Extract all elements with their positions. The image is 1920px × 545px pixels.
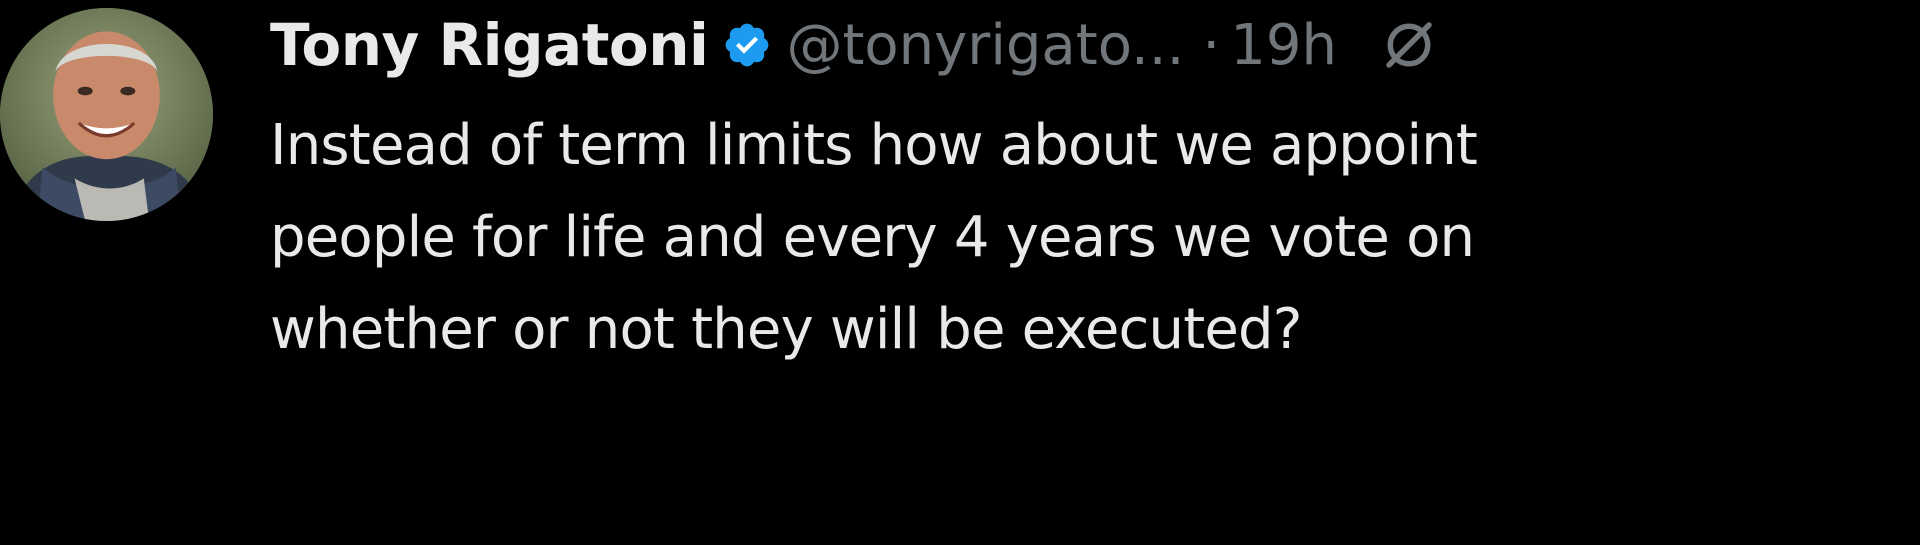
timestamp[interactable]: 19h	[1230, 13, 1337, 78]
verified-badge-icon[interactable]	[722, 20, 772, 70]
avatar[interactable]	[0, 8, 213, 221]
tweet-text: Instead of term limits how about we appo…	[270, 100, 1910, 376]
avatar-photo	[0, 8, 213, 221]
tweet-card[interactable]: Tony Rigatoni @tonyrigato... · 19h Inste…	[0, 0, 1920, 545]
tweet-text-line: whether or not they will be executed?	[270, 297, 1303, 362]
tweet-text-line: people for life and every 4 years we vot…	[270, 205, 1475, 270]
tweet-text-line: Instead of term limits how about we appo…	[270, 113, 1478, 178]
tweet-header: Tony Rigatoni @tonyrigato... · 19h	[270, 0, 1439, 90]
grok-icon[interactable]	[1379, 15, 1439, 75]
separator-dot: ·	[1202, 12, 1221, 78]
author-display-name[interactable]: Tony Rigatoni	[270, 11, 709, 79]
author-handle[interactable]: @tonyrigato...	[786, 13, 1184, 78]
